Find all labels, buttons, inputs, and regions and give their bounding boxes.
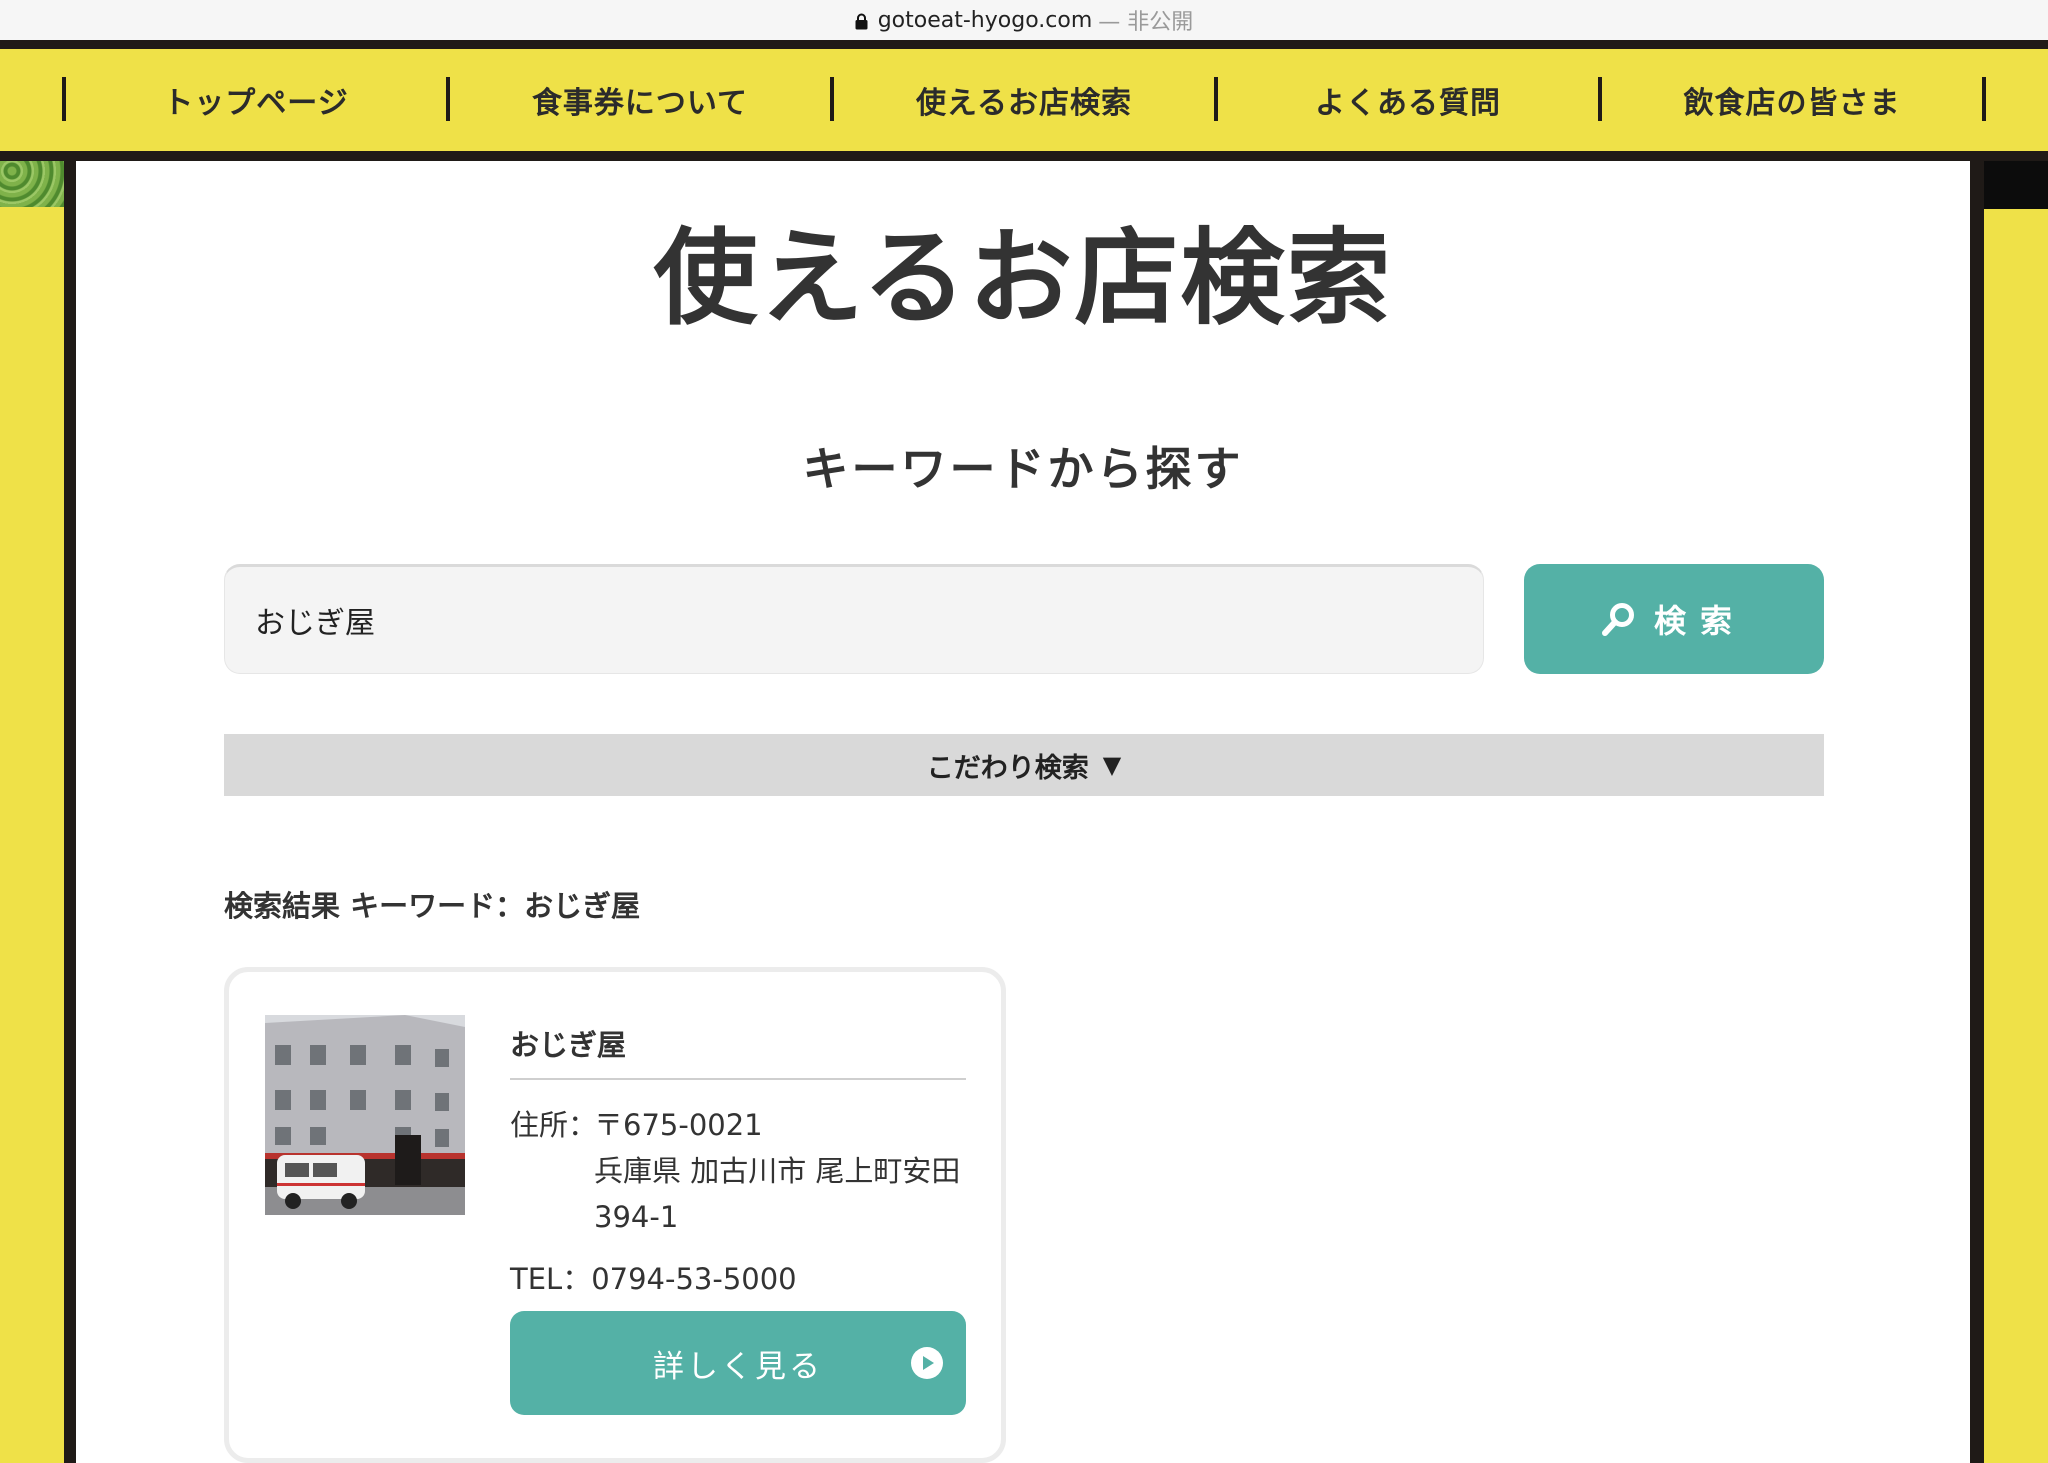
right-frame-top — [1984, 161, 2048, 209]
nav-bottom-divider — [0, 151, 2048, 161]
search-result-heading: 検索結果 キーワード：おじぎ屋 — [224, 889, 641, 923]
play-icon — [911, 1347, 943, 1379]
search-button-label: 検索 — [1653, 603, 1746, 639]
detail-button[interactable]: 詳しく見る — [510, 1311, 966, 1415]
right-frame — [1984, 209, 2048, 1463]
nav-separator — [1982, 77, 1986, 121]
shop-building-image — [265, 1015, 465, 1215]
page-title-wrap: 使えるお店検索 — [76, 221, 1970, 344]
address-url: gotoeat-hyogo.com — [877, 7, 1093, 33]
main-content: 使えるお店検索 キーワードから探す 検索 こだわり検索 ▼ 検索結果 キーワード… — [76, 161, 1970, 1463]
right-frame-border — [1970, 161, 1984, 1463]
search-icon — [1601, 603, 1634, 636]
left-leaf-decoration — [0, 161, 64, 207]
nav-item-shop-search[interactable]: 使えるお店検索 — [832, 49, 1216, 151]
shop-card: おじぎ屋 住所： 〒675-0021 兵庫県 加古川市 尾上町安田 394-1 … — [224, 967, 1006, 1463]
keyword-section-title: キーワードから探す — [802, 442, 1244, 496]
detail-button-label: 詳しく見る — [653, 1348, 823, 1385]
top-divider — [0, 40, 2048, 49]
nav-item-top[interactable]: トップページ — [64, 49, 448, 151]
left-frame-border — [64, 161, 76, 1463]
advanced-search-toggle[interactable]: こだわり検索 ▼ — [224, 734, 1824, 796]
address-zip: 〒675-0021 — [594, 1108, 763, 1142]
advanced-search-label: こだわり検索 — [926, 752, 1089, 784]
triangle-down-icon: ▼ — [1102, 751, 1122, 779]
address-bar[interactable]: gotoeat-hyogo.com — 非公開 — [0, 0, 2048, 40]
address-label: 住所： — [510, 1108, 598, 1142]
address-status: — 非公開 — [1098, 10, 1194, 35]
left-frame — [0, 161, 64, 1463]
page-title: 使えるお店検索 — [649, 221, 1397, 344]
global-nav: トップページ 食事券について 使えるお店検索 よくある質問 飲食店の皆さま — [0, 49, 2048, 151]
address-line-1: 兵庫県 加古川市 尾上町安田 — [594, 1154, 961, 1188]
lock-icon — [855, 13, 868, 29]
nav-item-for-restaurants[interactable]: 飲食店の皆さま — [1600, 49, 1984, 151]
page-title-text: 使えるお店検索 — [653, 217, 1393, 339]
nav-item-about-coupon[interactable]: 食事券について — [448, 49, 832, 151]
search-button[interactable]: 検索 — [1524, 564, 1824, 674]
search-input[interactable] — [224, 564, 1484, 674]
shop-photo — [265, 1015, 465, 1215]
shop-tel: TEL：0794-53-5000 — [510, 1262, 797, 1296]
address-line-2: 394-1 — [594, 1200, 679, 1234]
nav-item-faq[interactable]: よくある質問 — [1216, 49, 1600, 151]
shop-name: おじぎ屋 — [510, 1022, 966, 1080]
